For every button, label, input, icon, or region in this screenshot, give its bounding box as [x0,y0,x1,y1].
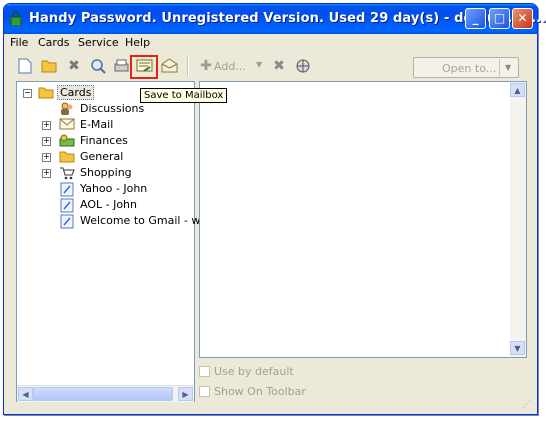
vertical-scrollbar[interactable]: ▲ ▼ [510,82,526,357]
minimize-button[interactable]: _ [465,8,486,29]
mail-icon[interactable] [160,58,178,75]
add-button[interactable]: Add... [214,60,246,73]
toolbar: ✖ ✚ Add... ▼ ✖ Open to... ▼ [4,52,537,80]
card-icon [59,182,75,197]
menu-file[interactable]: File [10,36,28,49]
expand-icon[interactable]: + [42,137,51,146]
collapse-icon[interactable]: − [23,89,32,98]
add-icon: ✚ [200,58,212,74]
tree-item-label: AOL - John [80,198,137,211]
money-icon [59,134,75,148]
people-icon [59,102,75,116]
expand-icon[interactable]: + [42,169,51,178]
scroll-up-icon[interactable]: ▲ [510,83,525,97]
new-file-icon[interactable] [16,58,34,75]
card-details-panel[interactable]: ▲ ▼ [199,81,527,358]
envelope-icon [59,118,75,132]
scroll-right-icon[interactable]: ▶ [178,387,193,401]
scroll-left-icon[interactable]: ◀ [18,387,33,401]
open-to-button[interactable]: Open to... ▼ [413,57,519,78]
card-icon [59,214,75,229]
use-by-default-checkbox[interactable] [199,366,210,377]
app-lock-icon [10,11,22,27]
folder-open-icon [38,86,54,100]
open-to-label: Open to... [442,62,497,75]
toolbar-separator [187,56,189,76]
folder-icon [59,150,75,164]
delete-icon[interactable]: ✖ [65,58,83,75]
cards-tree[interactable]: − Cards Discussions + E-Mail + Finances + Gene… [16,81,212,402]
tree-item-label: General [80,150,124,163]
tree-item-label: E-Mail [80,118,114,131]
remove-icon[interactable]: ✖ [270,58,288,75]
cart-icon [59,166,75,180]
show-on-toolbar-label: Show On Toolbar [214,385,306,398]
app-window: Handy Password. Unregistered Version. Us… [3,3,546,415]
resize-grip-icon[interactable]: ⋰ [522,400,531,410]
scroll-down-icon[interactable]: ▼ [510,341,525,355]
menu-help[interactable]: Help [125,36,150,49]
title-bar[interactable]: Handy Password. Unregistered Version. Us… [4,4,546,34]
card-icon [59,198,75,213]
menu-service[interactable]: Service [78,36,119,49]
tree-item-label: Welcome to Gmail - wer [80,214,212,227]
expand-icon[interactable]: + [42,153,51,162]
menu-cards[interactable]: Cards [38,36,69,49]
find-icon[interactable] [89,58,107,75]
open-to-dropdown-icon[interactable]: ▼ [505,63,511,72]
save-to-mailbox-icon[interactable] [135,58,153,75]
tooltip: Save to Mailbox [140,88,228,103]
use-by-default-label: Use by default [214,365,294,378]
menu-bar: File Cards Service Help [4,34,537,52]
tree-item-label: Finances [80,134,128,147]
scroll-thumb[interactable] [33,387,173,401]
open-to-divider [499,59,500,76]
print-icon[interactable] [112,58,130,75]
add-dropdown-arrow-icon[interactable]: ▼ [256,60,262,69]
expand-icon[interactable]: + [42,121,51,130]
tree-item-label: Discussions [80,102,145,115]
close-button[interactable]: ✕ [512,8,533,29]
open-folder-icon[interactable] [40,58,58,75]
horizontal-scrollbar[interactable]: ◀ ▶ [17,385,194,402]
tree-item-label: Yahoo - John [80,182,148,195]
web-icon[interactable] [294,58,312,75]
maximize-button[interactable]: □ [489,8,510,29]
tree-item-label: Shopping [80,166,132,179]
tree-root-label: Cards [57,85,95,100]
show-on-toolbar-checkbox[interactable] [199,386,210,397]
